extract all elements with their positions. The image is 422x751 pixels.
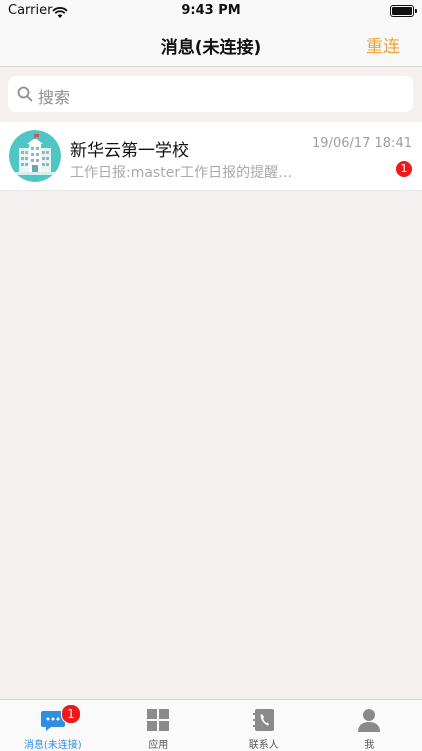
unread-badge: 1 — [396, 161, 412, 177]
tab-apps[interactable]: 应用 — [106, 700, 212, 751]
page-title: 消息(未连接) — [0, 33, 422, 58]
contacts-book-icon — [251, 707, 277, 733]
status-bar: Carrier 9:43 PM — [0, 0, 422, 22]
tab-messages[interactable]: 1 消息(未连接) — [0, 700, 106, 751]
person-icon — [356, 707, 382, 733]
chat-name: 新华云第一学校 — [70, 136, 189, 161]
chat-timestamp: 19/06/17 18:41 — [312, 136, 412, 151]
tab-me[interactable]: 我 — [317, 700, 422, 751]
tab-label: 联系人 — [211, 736, 317, 751]
status-time: 9:43 PM — [0, 3, 422, 18]
battery-icon — [390, 5, 414, 17]
search-icon — [17, 86, 33, 102]
tab-contacts[interactable]: 联系人 — [211, 700, 317, 751]
school-building-icon — [9, 130, 61, 182]
reconnect-button[interactable]: 重连 — [366, 32, 400, 57]
tab-label: 消息(未连接) — [0, 736, 106, 751]
search-input[interactable]: 搜索 — [8, 76, 413, 112]
tab-unread-badge: 1 — [61, 704, 81, 724]
chat-message-preview: 工作日报:master工作日报的提醒… — [70, 162, 310, 182]
tab-label: 我 — [317, 736, 422, 751]
chat-list-item[interactable]: 新华云第一学校 19/06/17 18:41 工作日报:master工作日报的提… — [0, 122, 422, 191]
search-placeholder: 搜索 — [38, 84, 70, 108]
navigation-bar: 消息(未连接) 重连 — [0, 22, 422, 67]
search-bar: 搜索 — [0, 67, 422, 121]
tab-label: 应用 — [106, 736, 212, 751]
tab-bar: 1 消息(未连接) 应用 联系人 我 — [0, 699, 422, 751]
grid-apps-icon — [145, 707, 171, 733]
